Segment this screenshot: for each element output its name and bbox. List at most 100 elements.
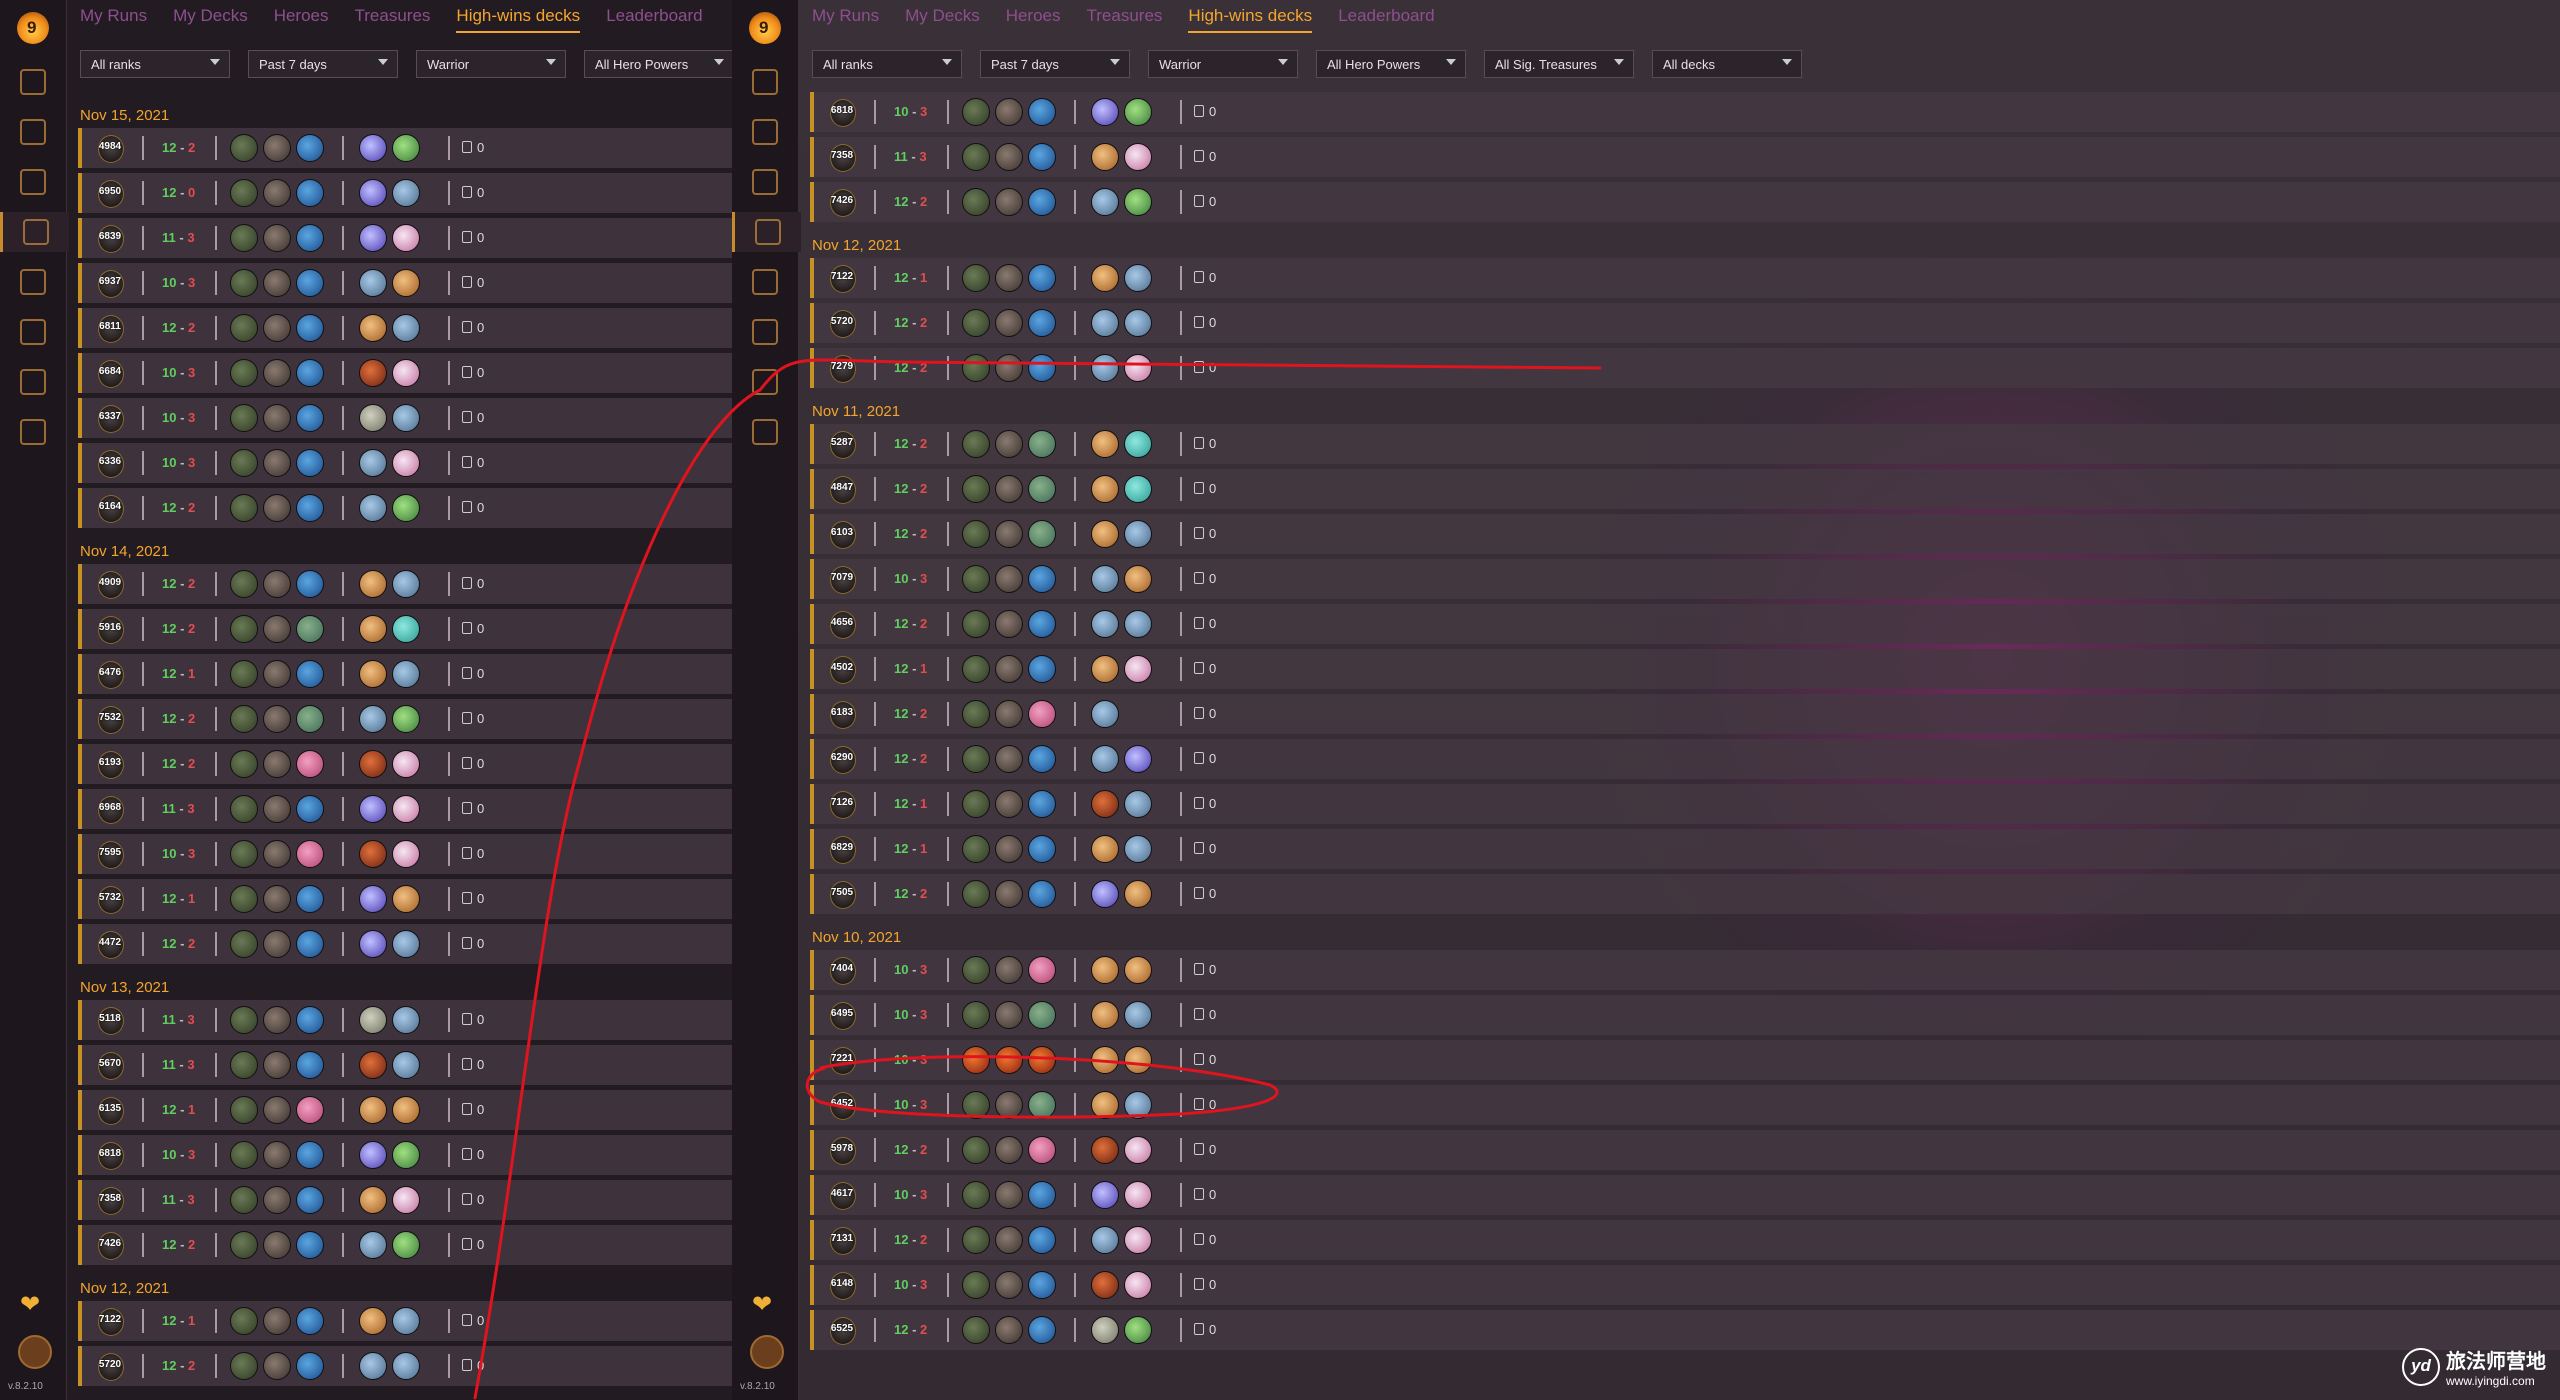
hero-portrait-icon[interactable] xyxy=(1028,1226,1056,1254)
treasure-icon[interactable] xyxy=(1091,790,1119,818)
hero-portrait-icon[interactable] xyxy=(296,795,324,823)
hero-portrait-icon[interactable] xyxy=(962,188,990,216)
filter-dropdown[interactable]: Past 7 days xyxy=(248,50,398,78)
treasure-icon[interactable] xyxy=(392,1141,420,1169)
deck-row[interactable]: 6183 12 - 2 0 xyxy=(810,694,2560,734)
deck-row[interactable]: 7404 10 - 3 0 xyxy=(810,950,2560,990)
hero-portrait-icon[interactable] xyxy=(995,1316,1023,1344)
treasure-icon[interactable] xyxy=(359,660,387,688)
deck-row[interactable]: 6525 12 - 2 0 xyxy=(810,1310,2560,1350)
treasure-icon[interactable] xyxy=(359,795,387,823)
hero-portrait-icon[interactable] xyxy=(962,745,990,773)
deck-row[interactable]: 4472 12 - 2 0 xyxy=(78,924,732,964)
hero-portrait-icon[interactable] xyxy=(1028,655,1056,683)
like-count[interactable]: 0 xyxy=(1194,962,1216,977)
hero-portrait-icon[interactable] xyxy=(1028,143,1056,171)
like-count[interactable]: 0 xyxy=(1194,270,1216,285)
hero-portrait-icon[interactable] xyxy=(230,750,258,778)
hero-portrait-icon[interactable] xyxy=(1028,610,1056,638)
treasure-icon[interactable] xyxy=(359,570,387,598)
hero-portrait-icon[interactable] xyxy=(1028,835,1056,863)
treasure-icon[interactable] xyxy=(1124,655,1152,683)
hero-portrait-icon[interactable] xyxy=(962,790,990,818)
hero-portrait-icon[interactable] xyxy=(995,354,1023,382)
like-count[interactable]: 0 xyxy=(462,1102,484,1117)
hero-portrait-icon[interactable] xyxy=(995,610,1023,638)
like-count[interactable]: 0 xyxy=(1194,706,1216,721)
hero-portrait-icon[interactable] xyxy=(995,309,1023,337)
like-count[interactable]: 0 xyxy=(1194,1142,1216,1157)
like-count[interactable]: 0 xyxy=(1194,481,1216,496)
like-count[interactable]: 0 xyxy=(1194,616,1216,631)
treasure-icon[interactable] xyxy=(359,615,387,643)
like-count[interactable]: 0 xyxy=(462,1237,484,1252)
hero-portrait-icon[interactable] xyxy=(995,520,1023,548)
like-count[interactable]: 0 xyxy=(1194,886,1216,901)
treasure-icon[interactable] xyxy=(392,449,420,477)
treasure-icon[interactable] xyxy=(1124,188,1152,216)
treasure-icon[interactable] xyxy=(1091,1181,1119,1209)
hero-portrait-icon[interactable] xyxy=(230,404,258,432)
deck-row[interactable]: 6950 12 - 00 xyxy=(78,173,732,213)
deck-row[interactable]: 6684 10 - 3 0 xyxy=(78,353,732,393)
hero-portrait-icon[interactable] xyxy=(995,880,1023,908)
deck-row[interactable]: 5118 11 - 3 0 xyxy=(78,1000,732,1040)
hero-portrait-icon[interactable] xyxy=(230,449,258,477)
hero-portrait-icon[interactable] xyxy=(263,449,291,477)
hero-portrait-icon[interactable] xyxy=(263,750,291,778)
hero-portrait-icon[interactable] xyxy=(296,885,324,913)
avatar[interactable] xyxy=(18,1335,52,1369)
like-count[interactable]: 0 xyxy=(462,1192,484,1207)
sidebar-item-bulb[interactable] xyxy=(732,262,798,302)
deck-row[interactable]: 6148 10 - 3 0 xyxy=(810,1265,2560,1305)
hero-portrait-icon[interactable] xyxy=(995,1226,1023,1254)
like-count[interactable]: 0 xyxy=(462,846,484,861)
hero-portrait-icon[interactable] xyxy=(230,224,258,252)
deck-row[interactable]: 5287 12 - 2 0 xyxy=(810,424,2560,464)
filter-dropdown[interactable]: All ranks xyxy=(812,50,962,78)
like-count[interactable]: 0 xyxy=(1194,1232,1216,1247)
like-count[interactable]: 0 xyxy=(1194,841,1216,856)
treasure-icon[interactable] xyxy=(1091,98,1119,126)
hero-portrait-icon[interactable] xyxy=(263,224,291,252)
treasure-icon[interactable] xyxy=(1124,264,1152,292)
like-count[interactable]: 0 xyxy=(462,140,484,155)
filter-dropdown[interactable]: All decks xyxy=(1652,50,1802,78)
hero-portrait-icon[interactable] xyxy=(263,1186,291,1214)
hero-portrait-icon[interactable] xyxy=(263,1141,291,1169)
hero-portrait-icon[interactable] xyxy=(1028,354,1056,382)
treasure-icon[interactable] xyxy=(392,269,420,297)
treasure-icon[interactable] xyxy=(392,705,420,733)
sidebar-item-moth[interactable] xyxy=(0,212,69,252)
treasure-icon[interactable] xyxy=(359,1352,387,1380)
treasure-icon[interactable] xyxy=(392,224,420,252)
hero-portrait-icon[interactable] xyxy=(296,359,324,387)
hero-portrait-icon[interactable] xyxy=(995,745,1023,773)
hero-portrait-icon[interactable] xyxy=(296,494,324,522)
hero-portrait-icon[interactable] xyxy=(263,1051,291,1079)
deck-row[interactable]: 5916 12 - 2 0 xyxy=(78,609,732,649)
hero-portrait-icon[interactable] xyxy=(263,840,291,868)
treasure-icon[interactable] xyxy=(392,570,420,598)
hero-portrait-icon[interactable] xyxy=(962,956,990,984)
tab-treasures[interactable]: Treasures xyxy=(355,6,431,33)
hero-portrait-icon[interactable] xyxy=(296,1307,324,1335)
treasure-icon[interactable] xyxy=(392,795,420,823)
sidebar-item-ticket[interactable] xyxy=(0,312,66,352)
treasure-icon[interactable] xyxy=(1091,1136,1119,1164)
hero-portrait-icon[interactable] xyxy=(263,660,291,688)
hero-portrait-icon[interactable] xyxy=(296,449,324,477)
hero-portrait-icon[interactable] xyxy=(1028,1091,1056,1119)
filter-dropdown[interactable]: All Hero Powers xyxy=(584,50,732,78)
treasure-icon[interactable] xyxy=(1124,1316,1152,1344)
treasure-icon[interactable] xyxy=(392,930,420,958)
treasure-icon[interactable] xyxy=(1124,1136,1152,1164)
treasure-icon[interactable] xyxy=(392,1352,420,1380)
hero-portrait-icon[interactable] xyxy=(995,143,1023,171)
hero-portrait-icon[interactable] xyxy=(1028,565,1056,593)
treasure-icon[interactable] xyxy=(359,449,387,477)
tab-my-runs[interactable]: My Runs xyxy=(812,6,879,33)
treasure-icon[interactable] xyxy=(1091,520,1119,548)
hero-portrait-icon[interactable] xyxy=(296,705,324,733)
like-count[interactable]: 0 xyxy=(462,936,484,951)
